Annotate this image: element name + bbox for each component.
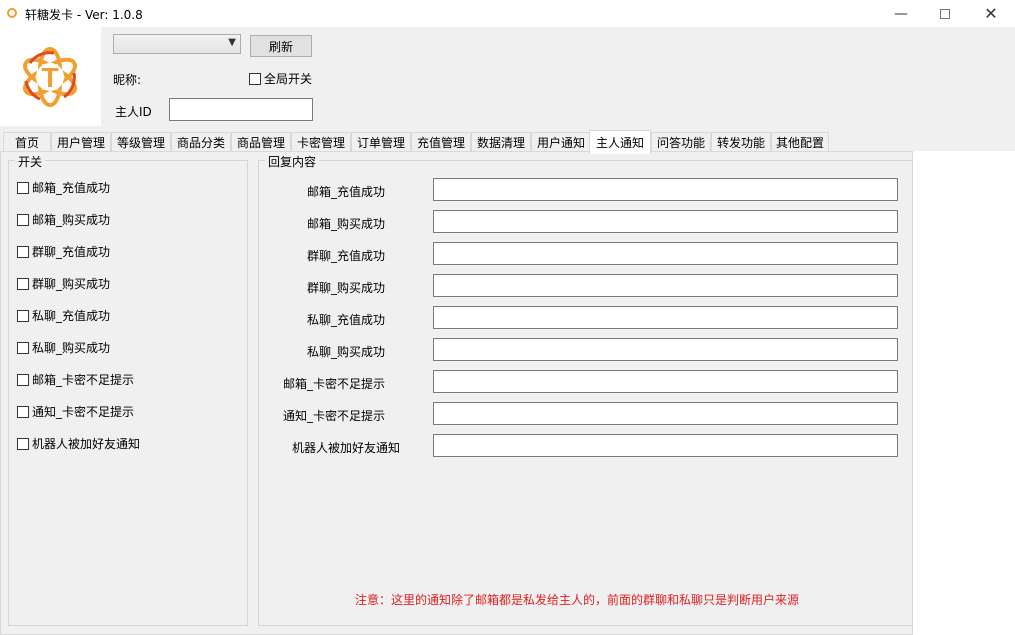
reply-group: 回复内容 邮箱_充值成功 邮箱_购买成功 群聊_充值成功 群聊_购买成功 私聊_… — [258, 153, 913, 626]
switch-email-purchase-success[interactable]: 邮箱_购买成功 — [17, 211, 110, 228]
switch-label: 机器人被加好友通知 — [32, 437, 141, 451]
tab-order-management[interactable]: 订单管理 — [351, 132, 411, 152]
tab-card-key-management[interactable]: 卡密管理 — [291, 132, 351, 152]
reply-email-purchase-input[interactable] — [433, 210, 898, 233]
app-icon — [7, 8, 17, 18]
tab-forward-feature[interactable]: 转发功能 — [711, 132, 771, 152]
switch-private-recharge-success[interactable]: 私聊_充值成功 — [17, 307, 110, 324]
tab-product-management[interactable]: 商品管理 — [231, 132, 291, 152]
reply-group-recharge-input[interactable] — [433, 242, 898, 265]
switch-group-title: 开关 — [15, 153, 46, 170]
minimize-button[interactable]: — — [878, 0, 924, 27]
checkbox-box[interactable] — [17, 309, 29, 322]
tab-level-management[interactable]: 等级管理 — [111, 132, 171, 152]
title-bar: 轩糖发卡 - Ver: 1.0.8 — ✕ — [0, 0, 1015, 27]
tab-data-cleanup[interactable]: 数据清理 — [471, 132, 531, 152]
orange-flower-logo-icon: T — [23, 47, 77, 107]
switch-email-recharge-success[interactable]: 邮箱_充值成功 — [17, 179, 110, 196]
logo-letter: T — [41, 62, 58, 93]
refresh-button[interactable]: 刷新 — [250, 35, 312, 57]
reply-email-recharge-input[interactable] — [433, 178, 898, 201]
reply-label: 私聊_充值成功 — [306, 313, 385, 327]
tab-owner-notification[interactable]: 主人通知 — [589, 130, 651, 154]
switch-label: 群聊_购买成功 — [32, 277, 111, 291]
notice-text: 注意：这里的通知除了邮箱都是私发给主人的，前面的群聊和私聊只是判断用户来源 — [355, 593, 800, 607]
checkbox-box[interactable] — [17, 437, 29, 450]
tab-strip: 首页 用户管理 等级管理 商品分类 商品管理 卡密管理 订单管理 充值管理 数据… — [0, 130, 1015, 154]
switch-private-purchase-success[interactable]: 私聊_购买成功 — [17, 339, 110, 356]
switch-email-card-key-low[interactable]: 邮箱_卡密不足提示 — [17, 371, 134, 388]
switch-group-recharge-success[interactable]: 群聊_充值成功 — [17, 243, 110, 260]
reply-label: 私聊_购买成功 — [306, 345, 385, 359]
maximize-icon — [940, 8, 950, 19]
maximize-button[interactable] — [922, 0, 968, 27]
switch-group: 开关 邮箱_充值成功 邮箱_购买成功 群聊_充值成功 群聊_购买成功 私聊_充值… — [8, 153, 248, 626]
owner-notification-page: 开关 邮箱_充值成功 邮箱_购买成功 群聊_充值成功 群聊_购买成功 私聊_充值… — [0, 151, 913, 635]
switch-label: 群聊_充值成功 — [32, 245, 111, 259]
switch-label: 私聊_充值成功 — [32, 309, 111, 323]
reply-group-purchase-input[interactable] — [433, 274, 898, 297]
reply-private-purchase-input[interactable] — [433, 338, 898, 361]
client-area: T ▼ 刷新 昵称: 全局开关 主人ID 首页 用户管理 等级管理 商品分类 商… — [0, 27, 1015, 635]
switch-label: 通知_卡密不足提示 — [32, 405, 135, 419]
reply-label: 群聊_购买成功 — [306, 281, 385, 295]
global-toggle-label: 全局开关 — [264, 72, 313, 86]
owner-id-label: 主人ID — [115, 105, 152, 119]
reply-group-title: 回复内容 — [265, 153, 320, 170]
checkbox-box[interactable] — [249, 72, 261, 85]
switch-bot-friend-added[interactable]: 机器人被加好友通知 — [17, 435, 140, 452]
reply-label: 邮箱_卡密不足提示 — [282, 377, 385, 391]
tab-qa-feature[interactable]: 问答功能 — [651, 132, 711, 152]
tab-other-config[interactable]: 其他配置 — [771, 132, 829, 152]
checkbox-box[interactable] — [17, 373, 29, 386]
chevron-down-icon: ▼ — [228, 37, 236, 48]
checkbox-box[interactable] — [17, 181, 29, 194]
close-icon: ✕ — [984, 4, 998, 23]
checkbox-box[interactable] — [17, 213, 29, 226]
checkbox-box[interactable] — [17, 341, 29, 354]
account-select[interactable]: ▼ — [113, 34, 241, 54]
logo-panel: T — [0, 27, 101, 126]
close-button[interactable]: ✕ — [968, 0, 1014, 27]
tab-home[interactable]: 首页 — [3, 132, 51, 152]
reply-notify-card-key-low-input[interactable] — [433, 402, 898, 425]
switch-label: 邮箱_卡密不足提示 — [32, 373, 135, 387]
tab-user-notification[interactable]: 用户通知 — [531, 132, 591, 152]
checkbox-box[interactable] — [17, 277, 29, 290]
global-toggle-checkbox[interactable]: 全局开关 — [249, 70, 312, 87]
reply-label: 通知_卡密不足提示 — [282, 409, 385, 423]
tab-recharge-management[interactable]: 充值管理 — [411, 132, 471, 152]
checkbox-box[interactable] — [17, 405, 29, 418]
switch-label: 私聊_购买成功 — [32, 341, 111, 355]
minimize-icon: — — [894, 5, 908, 22]
tab-user-management[interactable]: 用户管理 — [51, 132, 111, 152]
reply-label: 邮箱_充值成功 — [306, 185, 385, 199]
owner-id-input[interactable] — [169, 98, 313, 121]
tab-area-blank — [913, 151, 1015, 635]
tab-product-category[interactable]: 商品分类 — [171, 132, 231, 152]
checkbox-box[interactable] — [17, 245, 29, 258]
switch-label: 邮箱_充值成功 — [32, 181, 111, 195]
switch-group-purchase-success[interactable]: 群聊_购买成功 — [17, 275, 110, 292]
reply-private-recharge-input[interactable] — [433, 306, 898, 329]
reply-label: 机器人被加好友通知 — [291, 441, 400, 455]
window-title: 轩糖发卡 - Ver: 1.0.8 — [25, 8, 143, 22]
reply-email-card-key-low-input[interactable] — [433, 370, 898, 393]
reply-label: 群聊_充值成功 — [306, 249, 385, 263]
nickname-label: 昵称: — [113, 73, 142, 87]
reply-label: 邮箱_购买成功 — [306, 217, 385, 231]
switch-notify-card-key-low[interactable]: 通知_卡密不足提示 — [17, 403, 134, 420]
reply-bot-friend-added-input[interactable] — [433, 434, 898, 457]
switch-label: 邮箱_购买成功 — [32, 213, 111, 227]
